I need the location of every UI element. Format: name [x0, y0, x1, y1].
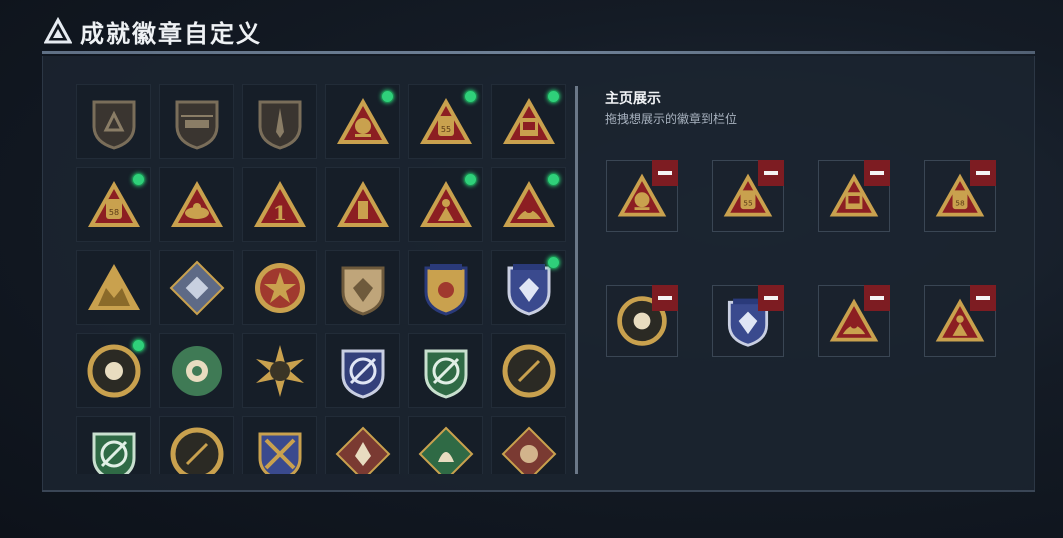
- remove-slot-button[interactable]: [864, 160, 890, 186]
- diamond-cube-badge-icon: [169, 260, 224, 315]
- badge-cell[interactable]: [325, 416, 400, 474]
- remove-slot-button[interactable]: [864, 285, 890, 311]
- svg-text:55: 55: [743, 198, 753, 207]
- new-indicator-dot: [132, 173, 145, 186]
- new-indicator-dot: [547, 90, 560, 103]
- page-header: 成就徽章自定义: [44, 14, 262, 48]
- svg-text:58: 58: [955, 198, 965, 207]
- remove-slot-button[interactable]: [652, 285, 678, 311]
- badge-cell[interactable]: [159, 84, 234, 159]
- showcase-slot[interactable]: 58: [924, 160, 996, 232]
- heli-badge-icon: [175, 100, 218, 150]
- badge-cell[interactable]: [491, 167, 566, 242]
- round-slash-2-badge-icon: [170, 427, 223, 474]
- star-medal-badge-icon: [254, 262, 305, 313]
- remove-slot-button[interactable]: [758, 285, 784, 311]
- wolf-diamond-badge-icon: [335, 426, 390, 474]
- badge-cell[interactable]: 55: [408, 84, 483, 159]
- badge-cell[interactable]: [242, 333, 317, 408]
- remove-slot-button[interactable]: [758, 160, 784, 186]
- badge-cell[interactable]: [408, 167, 483, 242]
- round-rose-badge-icon: [171, 345, 222, 396]
- shield-stars-badge-icon: [424, 263, 467, 316]
- badge-cell[interactable]: [325, 84, 400, 159]
- round-slash-badge-icon: [502, 344, 555, 397]
- badge-cell[interactable]: 58: [76, 167, 151, 242]
- new-indicator-dot: [464, 173, 477, 186]
- badge-cell[interactable]: [242, 250, 317, 325]
- badge-cell[interactable]: [242, 84, 317, 159]
- remove-slot-button[interactable]: [652, 160, 678, 186]
- svg-text:1: 1: [273, 201, 287, 225]
- badge-cell[interactable]: [408, 250, 483, 325]
- badge-collection: 55 58 1: [76, 84, 568, 474]
- scrollbar[interactable]: [575, 86, 578, 474]
- badge-cell[interactable]: [159, 167, 234, 242]
- shield-cream-badge-icon: [341, 266, 384, 316]
- showcase-slot[interactable]: 55: [712, 160, 784, 232]
- showcase-slot[interactable]: [712, 285, 784, 357]
- badge-cell[interactable]: [491, 416, 566, 474]
- badge-cell[interactable]: [325, 250, 400, 325]
- svg-text:55: 55: [440, 125, 450, 134]
- shield-gold-cross-badge-icon: [258, 432, 301, 474]
- badge-cell[interactable]: [76, 333, 151, 408]
- remove-slot-button[interactable]: [970, 285, 996, 311]
- badge-cell[interactable]: [408, 333, 483, 408]
- beast-diamond-badge-icon: [501, 426, 556, 474]
- badge-cell[interactable]: [491, 333, 566, 408]
- scroll-thumb[interactable]: [575, 86, 578, 474]
- sun-medal-badge-icon: [255, 344, 304, 397]
- new-indicator-dot: [464, 90, 477, 103]
- tri-bowl-badge-icon: [170, 180, 223, 227]
- badge-cell[interactable]: [159, 333, 234, 408]
- page-title: 成就徽章自定义: [80, 19, 262, 48]
- new-indicator-dot: [547, 173, 560, 186]
- showcase-slot[interactable]: [818, 285, 890, 357]
- badge-cell[interactable]: [242, 416, 317, 474]
- shield-blue-gun-badge-icon: [341, 349, 384, 399]
- showcase-slot[interactable]: [606, 160, 678, 232]
- showcase-slot[interactable]: [924, 285, 996, 357]
- showcase-slot[interactable]: [818, 160, 890, 232]
- badge-grid: 55 58 1: [76, 84, 568, 474]
- badge-cell[interactable]: [159, 416, 234, 474]
- badge-cell[interactable]: [325, 167, 400, 242]
- badge-cell[interactable]: [408, 416, 483, 474]
- header-divider: [42, 51, 1035, 54]
- showcase-slot[interactable]: [606, 285, 678, 357]
- badge-cell[interactable]: [76, 250, 151, 325]
- shield-green-gun-badge-icon: [424, 349, 467, 399]
- showcase-title: 主页展示: [605, 91, 661, 107]
- tri-squad-badge-icon: [87, 263, 140, 310]
- badge-cell[interactable]: [159, 250, 234, 325]
- new-indicator-dot: [132, 339, 145, 352]
- tri-cylinder-badge-icon: [336, 180, 389, 227]
- badge-cell[interactable]: [325, 333, 400, 408]
- badge-cell[interactable]: [491, 250, 566, 325]
- shield-outline-badge-icon: [92, 100, 135, 150]
- panel-bottom-border: [42, 490, 1035, 492]
- svg-text:58: 58: [108, 208, 118, 217]
- badge-cell[interactable]: [76, 84, 151, 159]
- showcase-subtitle: 拖拽想展示的徽章到栏位: [605, 112, 738, 126]
- triangle-logo-icon: [44, 17, 72, 44]
- dragon-diamond-badge-icon: [418, 426, 473, 474]
- tri-one-badge-icon: 1: [253, 180, 306, 227]
- remove-slot-button[interactable]: [970, 160, 996, 186]
- badge-cell[interactable]: 1: [242, 167, 317, 242]
- badge-cell[interactable]: [491, 84, 566, 159]
- new-indicator-dot: [381, 90, 394, 103]
- shield-green-gun-2-badge-icon: [92, 432, 135, 474]
- badge-cell[interactable]: [76, 416, 151, 474]
- shield-dagger-badge-icon: [258, 100, 301, 150]
- new-indicator-dot: [547, 256, 560, 269]
